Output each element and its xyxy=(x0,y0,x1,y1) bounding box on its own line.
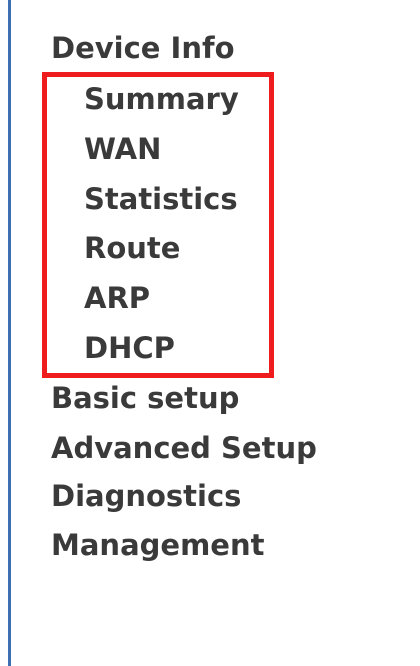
nav-item-management[interactable]: Management xyxy=(51,528,264,562)
nav-item-advanced-setup[interactable]: Advanced Setup xyxy=(51,431,317,465)
nav-item-device-info[interactable]: Device Info xyxy=(51,31,235,65)
left-border xyxy=(8,0,11,666)
nav-item-basic-setup[interactable]: Basic setup xyxy=(51,381,239,415)
nav-item-diagnostics[interactable]: Diagnostics xyxy=(51,479,241,513)
nav-subitem-wan[interactable]: WAN xyxy=(84,132,161,166)
nav-subitem-statistics[interactable]: Statistics xyxy=(84,182,238,216)
nav-subitem-arp[interactable]: ARP xyxy=(84,281,150,315)
nav-subitem-dhcp[interactable]: DHCP xyxy=(84,331,175,365)
nav-subitem-route[interactable]: Route xyxy=(84,231,180,265)
nav-subitem-summary[interactable]: Summary xyxy=(84,82,239,116)
